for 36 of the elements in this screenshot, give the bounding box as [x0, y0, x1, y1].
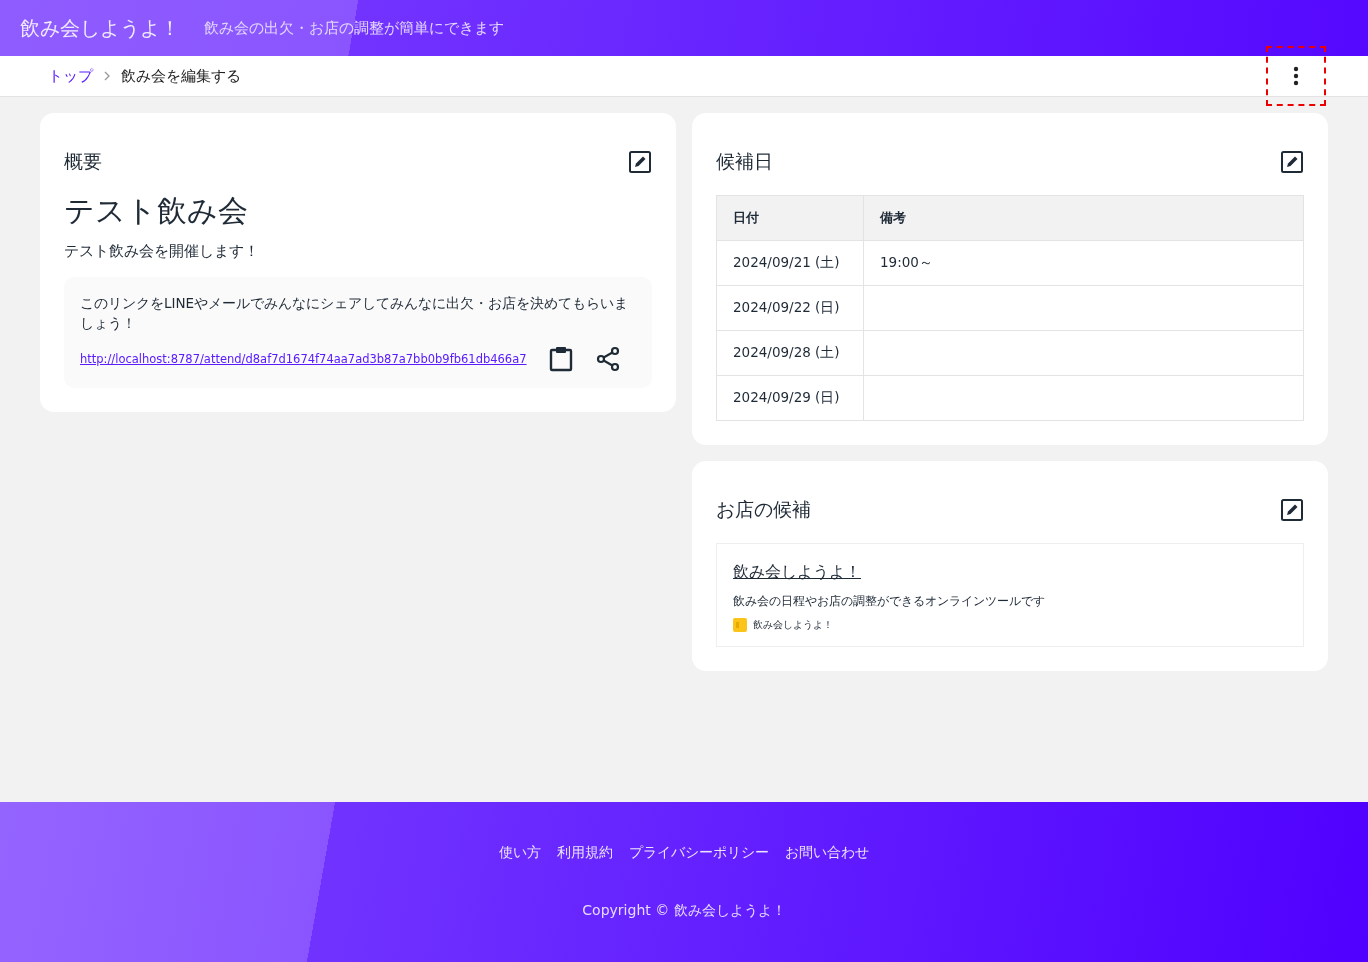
- shop-description: 飲み会の日程やお店の調整ができるオンラインツールです: [733, 593, 1046, 610]
- favicon-icon: [733, 618, 747, 632]
- column-header: 日付: [716, 195, 864, 241]
- site-name: 飲み会しようよ！: [753, 618, 833, 632]
- share-icon[interactable]: [594, 345, 621, 372]
- column-header: 備考: [863, 195, 1304, 241]
- clipboard-icon[interactable]: [548, 345, 573, 372]
- share-note: このリンクをLINEやメールでみんなにシェアしてみんなに出欠・お店を決めてもらいましょう！: [80, 294, 630, 334]
- table-cell: 19:00～: [863, 240, 1304, 286]
- event-title: テスト飲み会: [64, 192, 249, 230]
- edit-icon[interactable]: [628, 150, 652, 174]
- card-heading: お店の候補: [716, 497, 811, 522]
- table-cell: 2024/09/29 (日): [716, 375, 864, 421]
- site-tagline: 飲み会の出欠・お店の調整が簡単にできます: [204, 18, 504, 38]
- share-link[interactable]: http://localhost:8787/attend/d8af7d1674f74aa7ad3b87a7bb0b9fb61db466a7: [80, 351, 527, 366]
- more-vertical-icon: [1293, 66, 1299, 86]
- footer-link[interactable]: 使い方: [499, 844, 541, 862]
- copyright-text: Copyright © 飲み会しようよ！: [582, 902, 786, 920]
- table-cell: 2024/09/21 (土): [716, 240, 864, 286]
- card-heading: 概要: [64, 149, 102, 174]
- link-preview-card[interactable]: 飲み会しようよ！ 飲み会の日程やお店の調整ができるオンラインツールです 飲み会しようよ！: [716, 543, 1304, 647]
- footer-link[interactable]: 利用規約: [557, 844, 613, 862]
- event-description: テスト飲み会を開催します！: [64, 242, 260, 261]
- breadcrumb-link[interactable]: トップ: [48, 66, 93, 86]
- breadcrumb-current: 飲み会を編集する: [121, 66, 241, 86]
- card-heading: 候補日: [716, 149, 773, 174]
- more-menu-button[interactable]: [1266, 46, 1326, 106]
- shop-link[interactable]: 飲み会しようよ！: [733, 562, 861, 581]
- footer-link[interactable]: プライバシーポリシー: [629, 844, 769, 862]
- edit-icon[interactable]: [1280, 150, 1304, 174]
- chevron-icon: [103, 71, 111, 81]
- footer-link[interactable]: お問い合わせ: [785, 844, 869, 862]
- table-cell: 2024/09/28 (土): [716, 330, 864, 376]
- site-title[interactable]: 飲み会しようよ！: [20, 14, 180, 42]
- edit-icon[interactable]: [1280, 498, 1304, 522]
- table-cell: 2024/09/22 (日): [716, 285, 864, 331]
